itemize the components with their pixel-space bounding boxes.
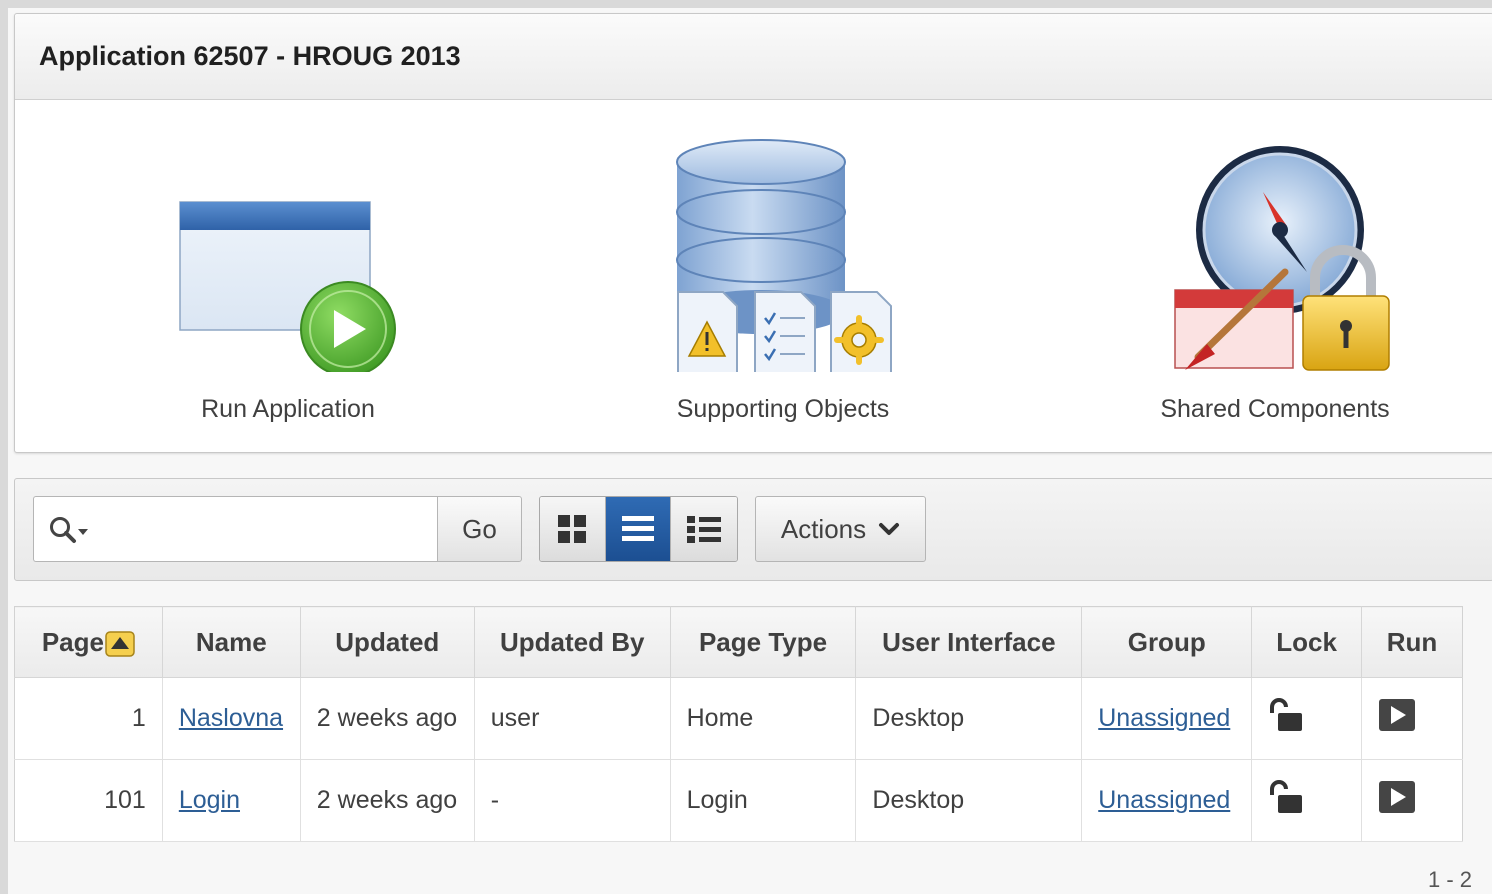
run-page-icon[interactable] [1378,780,1416,814]
report-toolbar: Go Actions [14,478,1492,581]
column-header-page-type[interactable]: Page Type [670,606,857,678]
page-title: Application 62507 - HROUG 2013 [39,41,461,71]
column-header-group[interactable]: Group [1081,606,1253,678]
shared-components-tile[interactable]: Shared Components [1115,132,1435,432]
grid-view-icon [558,515,587,543]
column-header-page[interactable]: Page [14,606,163,678]
supporting-objects-icon [676,139,892,372]
shared-components-icon [1174,146,1390,371]
run-application-label[interactable]: Run Application [128,395,448,424]
shared-components-label[interactable]: Shared Components [1115,395,1435,424]
column-header-user-interface[interactable]: User Interface [855,606,1083,678]
run-page-icon[interactable] [1378,698,1416,732]
page-name-link[interactable]: Naslovna [179,704,283,732]
group-cell: Unassigned [1081,759,1253,842]
page-name-link[interactable]: Login [179,786,240,814]
detail-view-button[interactable] [671,497,737,561]
search-input[interactable] [33,496,438,562]
column-header-lock[interactable]: Lock [1251,606,1363,678]
table-row: 101 Login 2 weeks ago - Login Desktop Un… [14,759,1463,842]
header-row: Page Name Updated Updated By Page Type U… [14,606,1463,678]
page-type-cell: Login [670,759,857,842]
sort-ascending-icon[interactable] [105,630,135,657]
grid-view-button[interactable] [540,497,606,561]
column-header-name[interactable]: Name [162,606,301,678]
name-cell: Naslovna [162,677,301,760]
region-header: Application 62507 - HROUG 2013 [15,14,1492,100]
actions-menu-button[interactable]: Actions [755,496,926,562]
run-application-tile[interactable]: Run Application [128,132,448,432]
actions-label: Actions [780,513,867,544]
pages-report-table: Page Name Updated Updated By Page Type U… [14,606,1463,842]
chevron-down-icon [879,523,900,535]
user-interface-cell: Desktop [855,677,1083,760]
column-header-updated[interactable]: Updated [300,606,475,678]
go-button[interactable]: Go [437,496,522,562]
page-number-cell: 101 [14,759,163,842]
run-application-icon [179,201,396,372]
updated-by-cell: - [474,759,671,842]
updated-cell: 2 weeks ago [300,759,475,842]
page-type-cell: Home [670,677,857,760]
column-header-updated-by[interactable]: Updated By [474,606,671,678]
user-interface-cell: Desktop [855,759,1083,842]
table-row: 1 Naslovna 2 weeks ago user Home Desktop… [14,677,1463,760]
pagination-info: 1 - 2 [1427,867,1472,892]
unlock-icon[interactable] [1268,780,1304,814]
run-cell [1361,677,1463,760]
view-mode-switcher [539,496,738,562]
group-link[interactable]: Unassigned [1098,786,1230,814]
lock-cell [1251,759,1363,842]
column-header-run[interactable]: Run [1361,606,1463,678]
list-view-icon [622,516,654,541]
name-cell: Login [162,759,301,842]
search-icon[interactable] [48,515,94,545]
run-cell [1361,759,1463,842]
supporting-objects-label[interactable]: Supporting Objects [623,395,943,424]
detail-view-icon [687,516,722,543]
application-region: Application 62507 - HROUG 2013 Run Appli [14,13,1492,453]
updated-cell: 2 weeks ago [300,677,475,760]
supporting-objects-tile[interactable]: Supporting Objects [623,132,943,432]
updated-by-cell: user [474,677,671,760]
unlock-icon[interactable] [1268,698,1304,732]
group-cell: Unassigned [1081,677,1253,760]
lock-cell [1251,677,1363,760]
list-view-button[interactable] [605,497,672,561]
page-number-cell: 1 [14,677,163,760]
group-link[interactable]: Unassigned [1098,704,1230,732]
